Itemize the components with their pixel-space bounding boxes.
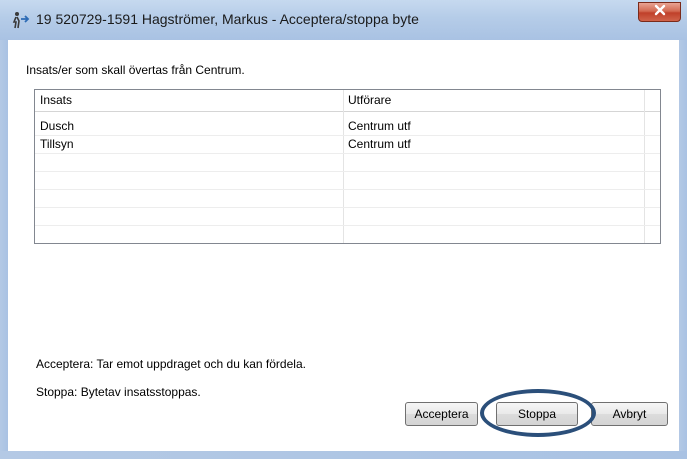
table-row-empty <box>35 207 660 226</box>
insats-table[interactable]: Insats Utförare Dusch Centrum utf Tillsy… <box>34 89 661 244</box>
table-row-empty <box>35 225 660 243</box>
table-header: Insats Utförare <box>35 90 660 112</box>
accept-button[interactable]: Acceptera <box>405 402 478 426</box>
cell-insats: Dusch <box>40 119 75 133</box>
cell-utforare: Centrum utf <box>348 119 411 133</box>
table-row-empty <box>35 189 660 208</box>
column-header-insats[interactable]: Insats <box>35 90 343 111</box>
dialog-window: 19 520729-1591 Hagströmer, Markus - Acce… <box>0 0 687 459</box>
window-frame-left <box>0 40 8 459</box>
highlight-circle <box>480 389 596 437</box>
table-row-empty <box>35 171 660 190</box>
accept-help-text: Acceptera: Tar emot uppdraget och du kan… <box>36 357 306 371</box>
instruction-text: Insats/er som skall övertas från Centrum… <box>26 63 245 77</box>
table-row[interactable]: Tillsyn Centrum utf <box>35 135 660 154</box>
close-icon <box>653 3 667 21</box>
cancel-button[interactable]: Avbryt <box>591 402 668 426</box>
close-button[interactable] <box>638 2 681 22</box>
window-title: 19 520729-1591 Hagströmer, Markus - Acce… <box>36 11 419 27</box>
title-bar[interactable]: 19 520729-1591 Hagströmer, Markus - Acce… <box>0 0 687 41</box>
cell-utforare: Centrum utf <box>348 137 411 151</box>
app-icon <box>12 11 30 29</box>
cell-insats: Tillsyn <box>40 137 74 151</box>
column-header-utforare[interactable]: Utförare <box>343 90 643 111</box>
stop-help-text: Stoppa: Bytetav insatsstoppas. <box>36 385 201 399</box>
window-frame-bottom <box>0 451 687 459</box>
table-row[interactable]: Dusch Centrum utf <box>35 117 660 136</box>
table-row-empty <box>35 153 660 172</box>
window-frame-right <box>679 40 687 459</box>
